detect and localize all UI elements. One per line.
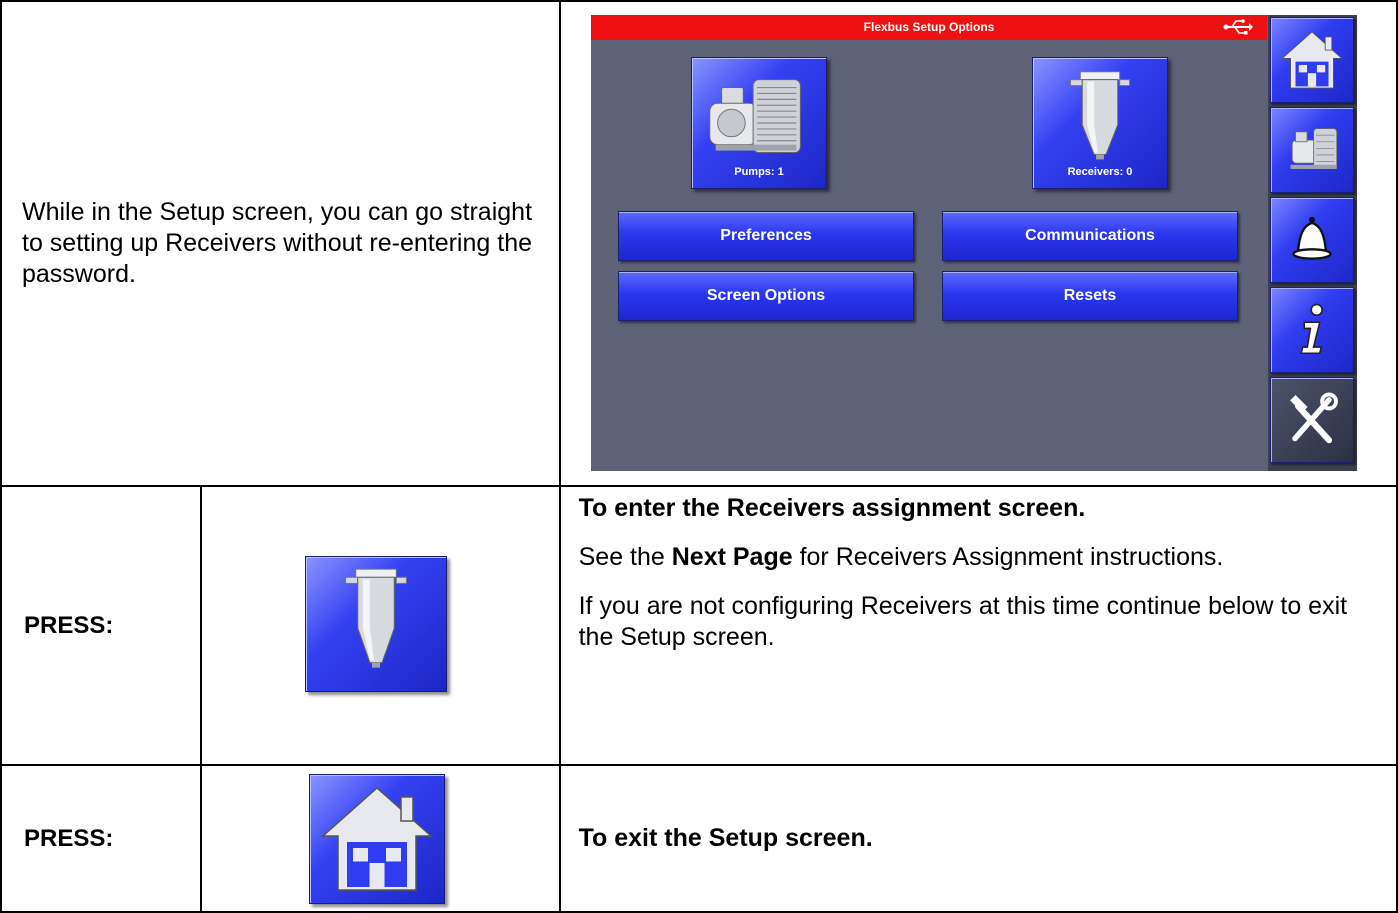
pumps-label: Pumps: 1 [734,166,784,178]
nav-sidebar [1268,15,1357,471]
hmi-screen: Flexbus Setup Options Pumps: 1 Receivers… [591,15,1357,471]
intro-cell: While in the Setup screen, you can go st… [0,0,561,487]
screen-title: Flexbus Setup Options [863,20,995,34]
home-button[interactable] [1270,17,1354,103]
press-label-2: PRESS: [0,764,202,913]
info-button[interactable] [1270,287,1354,373]
step1-see-next: See the Next Page for Receivers Assignme… [578,543,1224,571]
info-icon [1300,303,1323,355]
intro-text: While in the Setup screen, you can go st… [22,198,533,288]
step1-note: If you are not configuring Receivers at … [578,592,1348,651]
setup-button[interactable] [1270,377,1354,463]
title-bar: Flexbus Setup Options [591,15,1267,40]
receivers-label: Receivers: 0 [1067,166,1133,178]
step1-heading: To enter the Receivers assignment screen… [578,494,1086,522]
pumps-nav-button[interactable] [1270,107,1354,193]
usb-icon [1223,19,1253,35]
preferences-button[interactable]: Preferences [618,211,914,261]
press-label-1: PRESS: [0,485,202,766]
step1-description: To enter the Receivers assignment screen… [558,485,1398,766]
pumps-tile[interactable]: Pumps: 1 [691,57,827,189]
receiver-icon-button[interactable] [305,556,447,692]
home-icon-button[interactable] [309,774,445,904]
home-icon [1281,31,1343,89]
resets-button[interactable]: Resets [942,271,1238,321]
tools-icon [1290,392,1338,444]
communications-button[interactable]: Communications [942,211,1238,261]
step2-description: To exit the Setup screen. [558,764,1398,913]
receivers-tile[interactable]: Receivers: 0 [1032,57,1168,189]
bell-icon [1292,216,1332,260]
screen-options-button[interactable]: Screen Options [618,271,914,321]
receiver-icon [345,568,407,668]
pump-icon [1290,128,1338,169]
home-icon [321,786,433,891]
document-page: While in the Setup screen, you can go st… [0,0,1398,913]
alarms-button[interactable] [1270,197,1354,283]
